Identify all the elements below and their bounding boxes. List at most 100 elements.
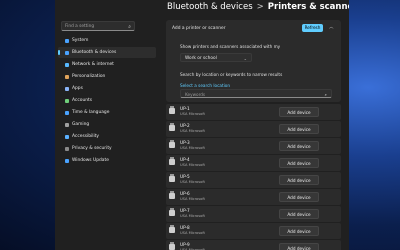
- sidebar-item[interactable]: Accounts: [58, 95, 156, 106]
- association-dropdown[interactable]: Work or school ⌄: [180, 53, 252, 62]
- sidebar-item-label: System: [72, 38, 89, 43]
- sidebar-item-label: Privacy & security: [72, 146, 112, 151]
- add-device-button[interactable]: Add device: [279, 192, 319, 202]
- breadcrumb-current: Printers & scanners: [267, 2, 349, 12]
- breadcrumb-separator: >: [256, 2, 264, 12]
- sidebar-item[interactable]: Accessibility: [58, 131, 156, 142]
- sidebar-item[interactable]: Network & internet: [58, 59, 156, 70]
- show-associated-label: Show printers and scanners associated wi…: [180, 44, 281, 49]
- add-device-button[interactable]: Add device: [279, 158, 319, 168]
- sidebar-item-label: Accounts: [72, 98, 93, 103]
- privacy-icon: [65, 146, 69, 151]
- printer-row: UP-6 USA Microsoft Add device: [166, 189, 341, 205]
- chevron-up-icon[interactable]: ︿: [329, 24, 334, 30]
- personalization-icon: [65, 74, 69, 79]
- printer-row: UP-8 USA Microsoft Add device: [166, 223, 341, 239]
- printer-name: UP-6: [180, 191, 190, 196]
- printer-icon: [169, 106, 175, 114]
- printer-location: USA Microsoft: [180, 231, 205, 235]
- printer-name: UP-3: [180, 140, 190, 145]
- printer-location: USA Microsoft: [180, 129, 205, 133]
- update-icon: [65, 158, 69, 163]
- printer-row: UP-3 USA Microsoft Add device: [166, 138, 341, 154]
- bluetooth-icon: [65, 50, 69, 55]
- keywords-placeholder: Keywords: [185, 92, 206, 97]
- gaming-icon: [65, 122, 69, 127]
- network-icon: [65, 62, 69, 67]
- printer-row: UP-7 USA Microsoft Add device: [166, 206, 341, 222]
- printer-name: UP-9: [180, 242, 190, 247]
- printer-row: UP-2 USA Microsoft Add device: [166, 121, 341, 137]
- search-placeholder: Find a setting: [65, 24, 95, 29]
- sidebar-item-label: Apps: [72, 86, 83, 91]
- printer-name: UP-8: [180, 225, 190, 230]
- search-icon: ⌕: [324, 92, 327, 97]
- printer-location: USA Microsoft: [180, 112, 205, 116]
- search-hint-label: Search by location or keywords to narrow…: [180, 72, 283, 77]
- chevron-down-icon: ⌄: [243, 56, 247, 61]
- sidebar-item[interactable]: Bluetooth & devices: [58, 47, 156, 58]
- sidebar-item[interactable]: Apps: [58, 83, 156, 94]
- select-location-link[interactable]: Select a search location: [180, 83, 230, 88]
- search-icon: ⌕: [128, 24, 131, 30]
- sidebar-item-label: Bluetooth & devices: [72, 50, 117, 55]
- sidebar-item[interactable]: Privacy & security: [58, 143, 156, 154]
- page-title: Bluetooth & devices>Printers & scanners: [167, 0, 349, 14]
- printer-row: UP-4 USA Microsoft Add device: [166, 155, 341, 171]
- printer-icon: [169, 157, 175, 165]
- add-device-button[interactable]: Add device: [279, 243, 319, 250]
- sidebar-item[interactable]: System: [58, 35, 156, 46]
- active-indicator: [58, 50, 60, 55]
- breadcrumb-parent[interactable]: Bluetooth & devices: [167, 2, 253, 12]
- add-device-button[interactable]: Add device: [279, 209, 319, 219]
- sidebar-item-label: Windows Update: [72, 158, 109, 163]
- add-device-button[interactable]: Add device: [279, 141, 319, 151]
- add-device-button[interactable]: Add device: [279, 226, 319, 236]
- printer-location: USA Microsoft: [180, 163, 205, 167]
- printer-row: UP-9 USA Microsoft Add device: [166, 240, 341, 250]
- printer-location: USA Microsoft: [180, 180, 205, 184]
- add-printer-card: Add a printer or scanner Refresh ︿ Show …: [166, 20, 341, 102]
- sidebar: Find a setting ⌕ System Bluetooth & devic…: [55, 0, 159, 250]
- printer-icon: [169, 140, 175, 148]
- sidebar-item[interactable]: Time & language: [58, 107, 156, 118]
- printer-name: UP-2: [180, 123, 190, 128]
- add-device-button[interactable]: Add device: [279, 107, 319, 117]
- refresh-button[interactable]: Refresh: [302, 24, 323, 32]
- sidebar-item[interactable]: Personalization: [58, 71, 156, 82]
- printer-location: USA Microsoft: [180, 214, 205, 218]
- printer-icon: [169, 174, 175, 182]
- sidebar-item-label: Gaming: [72, 122, 90, 127]
- printer-name: UP-7: [180, 208, 190, 213]
- add-device-button[interactable]: Add device: [279, 175, 319, 185]
- printer-name: UP-5: [180, 174, 190, 179]
- printer-icon: [169, 123, 175, 131]
- printer-row: UP-1 USA Microsoft Add device: [166, 104, 341, 120]
- add-device-button[interactable]: Add device: [279, 124, 319, 134]
- keywords-input[interactable]: Keywords ⌕: [180, 89, 332, 98]
- settings-window: Find a setting ⌕ System Bluetooth & devic…: [55, 0, 349, 250]
- printer-icon: [169, 225, 175, 233]
- system-icon: [65, 38, 69, 43]
- printer-name: UP-1: [180, 106, 190, 111]
- printer-name: UP-4: [180, 157, 190, 162]
- printer-icon: [169, 242, 175, 250]
- sidebar-item-label: Network & internet: [72, 62, 114, 67]
- printer-location: USA Microsoft: [180, 146, 205, 150]
- dropdown-value: Work or school: [185, 56, 217, 61]
- printer-row: UP-5 USA Microsoft Add device: [166, 172, 341, 188]
- sidebar-item-label: Time & language: [72, 110, 110, 115]
- sidebar-item[interactable]: Windows Update: [58, 155, 156, 166]
- search-box[interactable]: Find a setting ⌕: [61, 21, 135, 31]
- printer-location: USA Microsoft: [180, 197, 205, 201]
- accessibility-icon: [65, 134, 69, 139]
- add-printer-title: Add a printer or scanner: [172, 26, 226, 31]
- time-icon: [65, 110, 69, 115]
- sidebar-item-label: Accessibility: [72, 134, 100, 139]
- printer-icon: [169, 191, 175, 199]
- printer-icon: [169, 208, 175, 216]
- sidebar-item-label: Personalization: [72, 74, 106, 79]
- accounts-icon: [65, 98, 69, 103]
- apps-icon: [65, 86, 69, 91]
- sidebar-item[interactable]: Gaming: [58, 119, 156, 130]
